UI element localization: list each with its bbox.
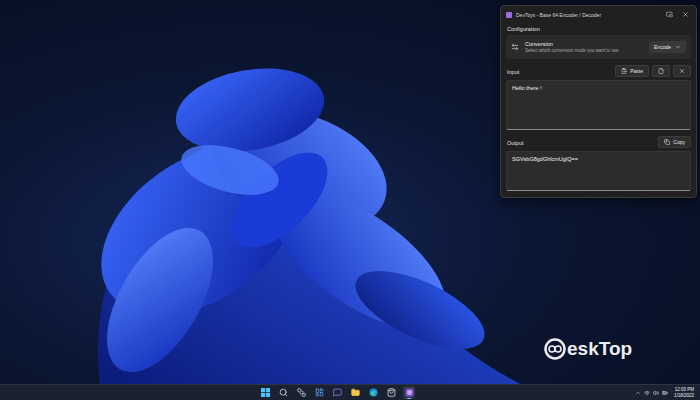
wifi-icon[interactable] — [644, 390, 650, 396]
start-icon[interactable] — [261, 388, 270, 397]
store-icon[interactable] — [387, 388, 396, 397]
system-tray: 12:00 PM1/18/2022 — [635, 387, 700, 398]
close-icon — [682, 11, 689, 18]
output-label: Output — [506, 139, 525, 146]
tool-body: Configuration ConversionSelect which conv… — [501, 23, 696, 197]
edge-icon[interactable] — [369, 388, 378, 397]
clock-time: 12:00 PM — [675, 387, 694, 392]
paste-icon — [621, 68, 627, 74]
taskbar-item[interactable] — [367, 386, 379, 399]
taskbar: 12:00 PM1/18/2022 — [0, 384, 700, 400]
conversion-title: Conversion — [525, 41, 643, 47]
conversion-dropdown[interactable]: Encode — [649, 41, 686, 53]
task-view-icon[interactable] — [297, 388, 306, 397]
input-label: Input — [506, 68, 520, 75]
watermark-logo-icon — [544, 338, 566, 360]
chat-icon[interactable] — [333, 388, 342, 397]
clock[interactable]: 12:00 PM1/18/2022 — [674, 387, 694, 398]
output-header: Output Copy — [506, 136, 691, 148]
file-icon — [658, 68, 664, 74]
compact-overlay-icon — [666, 11, 673, 18]
window-title: DevToys - Base 64 Encoder / Decoder — [516, 12, 659, 18]
bloom-drawing — [70, 58, 520, 384]
taskbar-apps — [0, 386, 635, 399]
running-indicator — [407, 398, 411, 399]
file-explorer-icon[interactable] — [351, 388, 360, 397]
open-file-button[interactable] — [652, 65, 670, 77]
clear-button[interactable] — [673, 65, 691, 77]
taskbar-item[interactable] — [403, 386, 415, 399]
taskbar-item[interactable] — [331, 386, 343, 399]
desktop-area: DevToys - Base 64 Encoder / Decoder Confi… — [0, 0, 700, 384]
battery-icon[interactable] — [662, 390, 668, 396]
conversion-icon — [511, 43, 519, 51]
watermark: eskTop — [544, 338, 632, 360]
taskbar-item[interactable] — [277, 386, 289, 399]
taskbar-item[interactable] — [259, 386, 271, 399]
title-bar[interactable]: DevToys - Base 64 Encoder / Decoder — [501, 6, 696, 23]
configuration-heading: Configuration — [506, 25, 691, 32]
desktop: DevToys - Base 64 Encoder / Decoder Confi… — [0, 0, 700, 400]
input-actions: Paste — [615, 65, 691, 77]
conversion-text: ConversionSelect which conversion mode y… — [525, 41, 643, 53]
app-icon — [506, 12, 512, 18]
conversion-description: Select which conversion mode you want to… — [525, 48, 643, 53]
close-button[interactable] — [679, 10, 691, 20]
devtoys-window[interactable]: DevToys - Base 64 Encoder / Decoder Confi… — [500, 5, 697, 198]
copy-button[interactable]: Copy — [658, 136, 691, 148]
compact-overlay-button[interactable] — [663, 10, 675, 20]
copy-icon — [664, 139, 670, 145]
volume-icon[interactable] — [653, 390, 659, 396]
input-header: Input Paste — [506, 65, 691, 77]
clock-date: 1/18/2022 — [674, 393, 694, 398]
paste-button[interactable]: Paste — [615, 65, 649, 77]
taskbar-item[interactable] — [295, 386, 307, 399]
taskbar-item[interactable] — [349, 386, 361, 399]
conversion-setting: ConversionSelect which conversion mode y… — [506, 35, 691, 59]
input-field[interactable]: Hello there ! — [506, 80, 691, 130]
search-icon[interactable] — [279, 388, 288, 397]
chevron-up-icon[interactable] — [635, 390, 641, 396]
output-field[interactable]: SGVsbG8gdGhlcmUgIQ== — [506, 151, 691, 191]
chevron-down-icon — [675, 44, 681, 50]
widgets-icon[interactable] — [315, 388, 324, 397]
taskbar-item[interactable] — [385, 386, 397, 399]
devtoys-icon[interactable] — [405, 388, 414, 397]
clear-icon — [679, 68, 685, 74]
taskbar-item[interactable] — [313, 386, 325, 399]
